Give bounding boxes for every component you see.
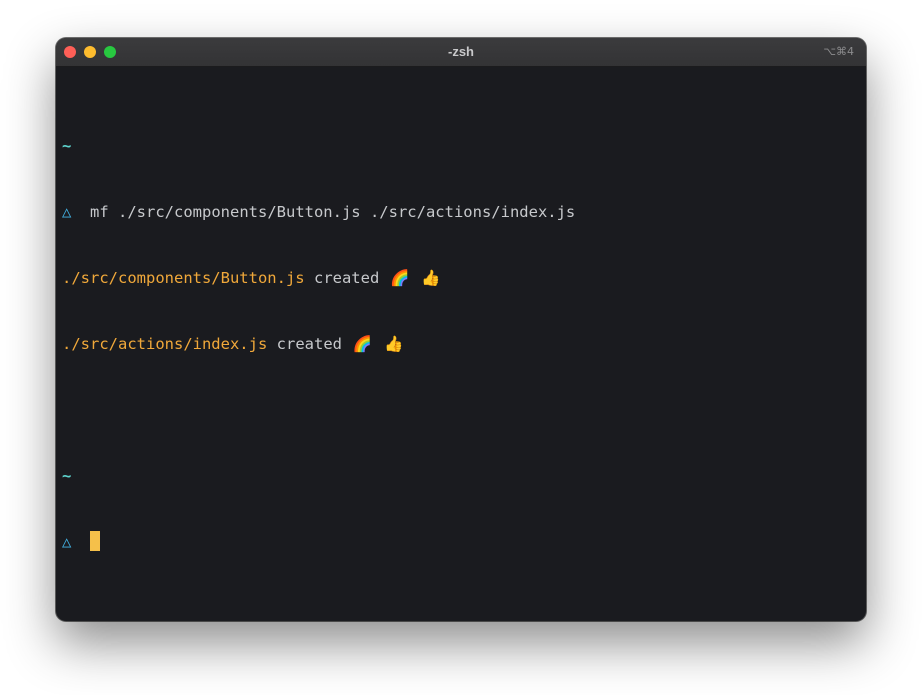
terminal-line-home: ~ — [62, 135, 860, 157]
terminal-line-active-prompt[interactable]: △ — [62, 531, 860, 553]
terminal-line-command: △ mf ./src/components/Button.js ./src/ac… — [62, 201, 860, 223]
home-directory-marker: ~ — [62, 137, 72, 155]
text-cursor[interactable] — [90, 531, 101, 551]
terminal-output[interactable]: ~ △ mf ./src/components/Button.js ./src/… — [62, 91, 860, 597]
terminal-window: -zsh ⌥⌘4 ~ △ mf ./src/components/Button.… — [56, 38, 866, 621]
terminal-line-home: ~ — [62, 465, 860, 487]
prompt-symbol: △ — [62, 533, 72, 551]
home-directory-marker: ~ — [62, 467, 72, 485]
terminal-line-output-2: ./src/actions/index.js created 🌈 👍 — [62, 333, 860, 355]
window-shortcut: ⌥⌘4 — [823, 45, 854, 58]
title-bar[interactable]: -zsh ⌥⌘4 — [56, 38, 866, 67]
rainbow-emoji: 🌈 — [352, 335, 372, 353]
created-file-path: ./src/actions/index.js — [62, 335, 268, 353]
terminal-line-output-1: ./src/components/Button.js created 🌈 👍 — [62, 267, 860, 289]
created-status: created — [276, 335, 342, 353]
rainbow-emoji: 🌈 — [390, 269, 410, 287]
created-file-path: ./src/components/Button.js — [62, 269, 305, 287]
thumbs-up-emoji: 👍 — [421, 269, 441, 287]
prompt-symbol: △ — [62, 203, 72, 221]
created-status: created — [313, 269, 380, 287]
terminal-line-empty — [62, 399, 860, 421]
thumbs-up-emoji: 👍 — [384, 335, 404, 353]
command-text: mf ./src/components/Button.js ./src/acti… — [90, 203, 576, 221]
window-title: -zsh — [448, 44, 474, 59]
